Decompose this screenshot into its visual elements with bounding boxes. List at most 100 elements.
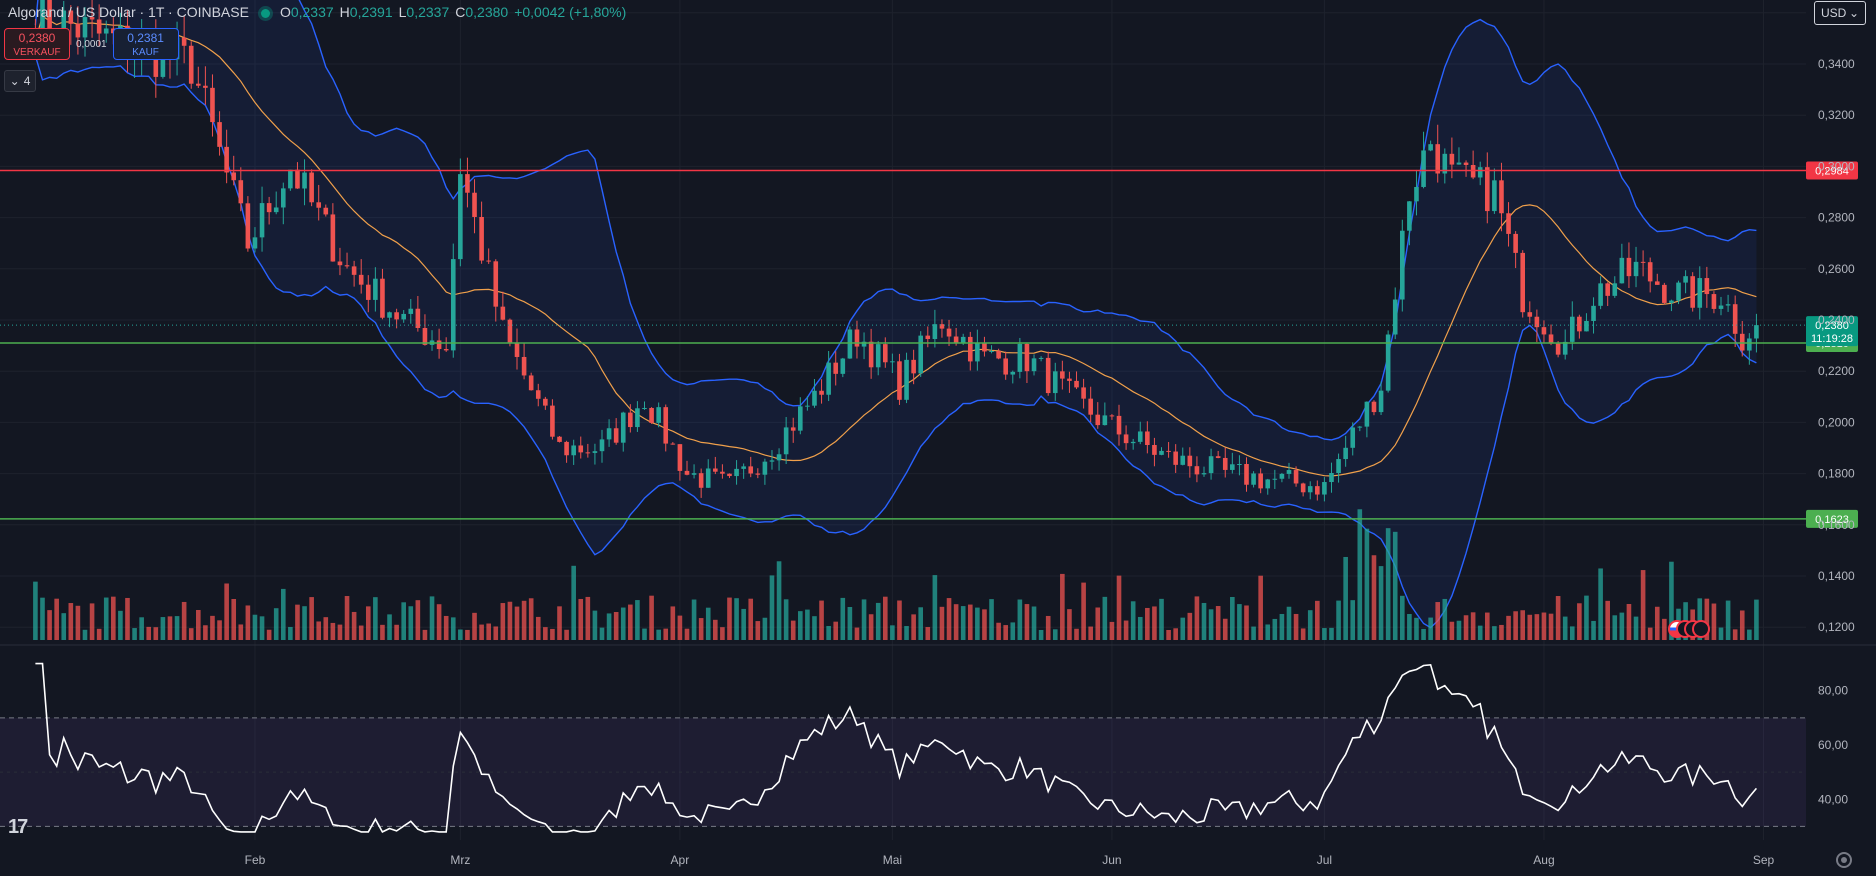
volume-bar bbox=[642, 628, 647, 640]
candle-body bbox=[535, 390, 541, 399]
candle-body bbox=[1626, 257, 1632, 277]
x-tick-label: Mrz bbox=[450, 853, 470, 867]
candle-body bbox=[344, 265, 350, 267]
candle-body bbox=[514, 342, 520, 357]
sell-price: 0,2380 bbox=[18, 30, 56, 45]
sell-label: VERKAUF bbox=[13, 46, 61, 58]
volume-bar bbox=[1499, 624, 1504, 640]
candle-body bbox=[330, 214, 336, 262]
volume-bar bbox=[1654, 606, 1660, 640]
candle-body bbox=[408, 308, 414, 314]
candle-body bbox=[1017, 343, 1023, 372]
candle-body bbox=[557, 436, 562, 442]
buy-button[interactable]: 0,2381 KAUF bbox=[112, 28, 179, 60]
candle-body bbox=[1045, 357, 1051, 394]
indicators-toggle[interactable]: ⌄ 4 bbox=[4, 70, 36, 92]
volume-bar bbox=[167, 616, 173, 640]
price-tick-label: 0,3000 bbox=[1818, 159, 1855, 173]
candle-body bbox=[1647, 262, 1653, 282]
volume-bar bbox=[592, 610, 598, 640]
volume-bar bbox=[68, 603, 74, 640]
candle-body bbox=[1392, 299, 1398, 335]
volume-bar bbox=[1130, 601, 1136, 640]
candle-body bbox=[1598, 283, 1603, 306]
candle-body bbox=[1527, 312, 1533, 317]
candle-body bbox=[507, 319, 513, 343]
volume-bar bbox=[805, 609, 810, 640]
candle-body bbox=[1428, 144, 1433, 151]
candle-body bbox=[1315, 486, 1320, 495]
candle-body bbox=[1435, 144, 1441, 174]
candle-body bbox=[1187, 455, 1193, 467]
candle-body bbox=[592, 451, 598, 453]
volume-bar bbox=[861, 599, 867, 640]
volume-bar bbox=[1251, 626, 1256, 640]
volume-bar bbox=[783, 599, 789, 640]
volume-bar bbox=[1088, 626, 1093, 640]
volume-bar bbox=[1350, 600, 1356, 640]
x-tick-label: Jun bbox=[1102, 853, 1121, 867]
candle-body bbox=[911, 359, 916, 374]
chevron-down-icon: ⌄ bbox=[1848, 6, 1859, 20]
volume-bar bbox=[1208, 609, 1214, 640]
price-tick-label: 0,2600 bbox=[1818, 262, 1855, 276]
candle-body bbox=[500, 306, 506, 320]
volume-bar bbox=[1442, 598, 1448, 640]
candle-body bbox=[826, 362, 831, 395]
price-tick-label: 0,2000 bbox=[1818, 415, 1855, 429]
sell-button[interactable]: 0,2380 VERKAUF bbox=[4, 28, 70, 60]
volume-bar bbox=[245, 605, 251, 640]
candle-body bbox=[302, 172, 307, 189]
volume-bar bbox=[613, 612, 619, 640]
candle-body bbox=[656, 407, 661, 423]
candle-body bbox=[1747, 338, 1752, 351]
price-chart[interactable]: 0,29840,23100,16230,238011:19:280,12000,… bbox=[0, 0, 1876, 876]
volume-bar bbox=[840, 597, 846, 640]
candle-body bbox=[1222, 457, 1228, 470]
volume-bar bbox=[507, 601, 513, 640]
candle-body bbox=[1237, 464, 1242, 466]
candle-body bbox=[918, 335, 924, 374]
x-tick-label: Apr bbox=[671, 853, 690, 867]
volume-bar bbox=[132, 628, 137, 640]
volume-bar bbox=[273, 608, 279, 640]
candle-body bbox=[1343, 447, 1348, 460]
volume-bar bbox=[543, 627, 548, 640]
candle-body bbox=[1633, 261, 1639, 277]
volume-bar bbox=[1400, 595, 1405, 640]
volume-bar bbox=[1562, 616, 1568, 640]
candle-body bbox=[762, 461, 768, 475]
candle-body bbox=[670, 443, 676, 445]
chart-header: Algorand / US Dollar · 1T · COINBASE O0,2… bbox=[8, 4, 626, 20]
candle-body bbox=[953, 336, 959, 344]
candle-body bbox=[932, 324, 938, 340]
volume-bar bbox=[1605, 600, 1610, 640]
candle-body bbox=[1513, 233, 1518, 253]
volume-bar bbox=[450, 617, 456, 640]
volume-bar bbox=[118, 610, 123, 640]
volume-bar bbox=[89, 603, 95, 640]
volume-bar bbox=[1145, 607, 1150, 640]
candle-body bbox=[882, 344, 888, 363]
candle-body bbox=[323, 207, 329, 215]
open-value: 0,2337 bbox=[290, 4, 334, 20]
volume-bar bbox=[238, 624, 244, 640]
candle-body bbox=[401, 313, 406, 320]
volume-bar bbox=[217, 620, 222, 640]
volume-bar bbox=[1152, 606, 1157, 640]
volume-bar bbox=[316, 621, 322, 640]
candle-body bbox=[1102, 415, 1108, 426]
volume-bar bbox=[380, 624, 385, 640]
change-value: +0,0042 (+1,80%) bbox=[514, 4, 627, 20]
candle-body bbox=[748, 466, 754, 474]
volume-bar bbox=[960, 606, 966, 640]
candle-body bbox=[1704, 278, 1710, 295]
currency-select[interactable]: USD ⌄ bbox=[1814, 1, 1866, 25]
volume-bar bbox=[564, 629, 569, 640]
price-tick-label: 0,1200 bbox=[1818, 620, 1855, 634]
candle-body bbox=[1407, 201, 1412, 231]
symbol-title[interactable]: Algorand / US Dollar · 1T · COINBASE bbox=[8, 4, 249, 20]
events-markers[interactable] bbox=[1668, 620, 1710, 638]
volume-bar bbox=[1569, 626, 1575, 640]
gear-icon[interactable] bbox=[1836, 852, 1852, 868]
